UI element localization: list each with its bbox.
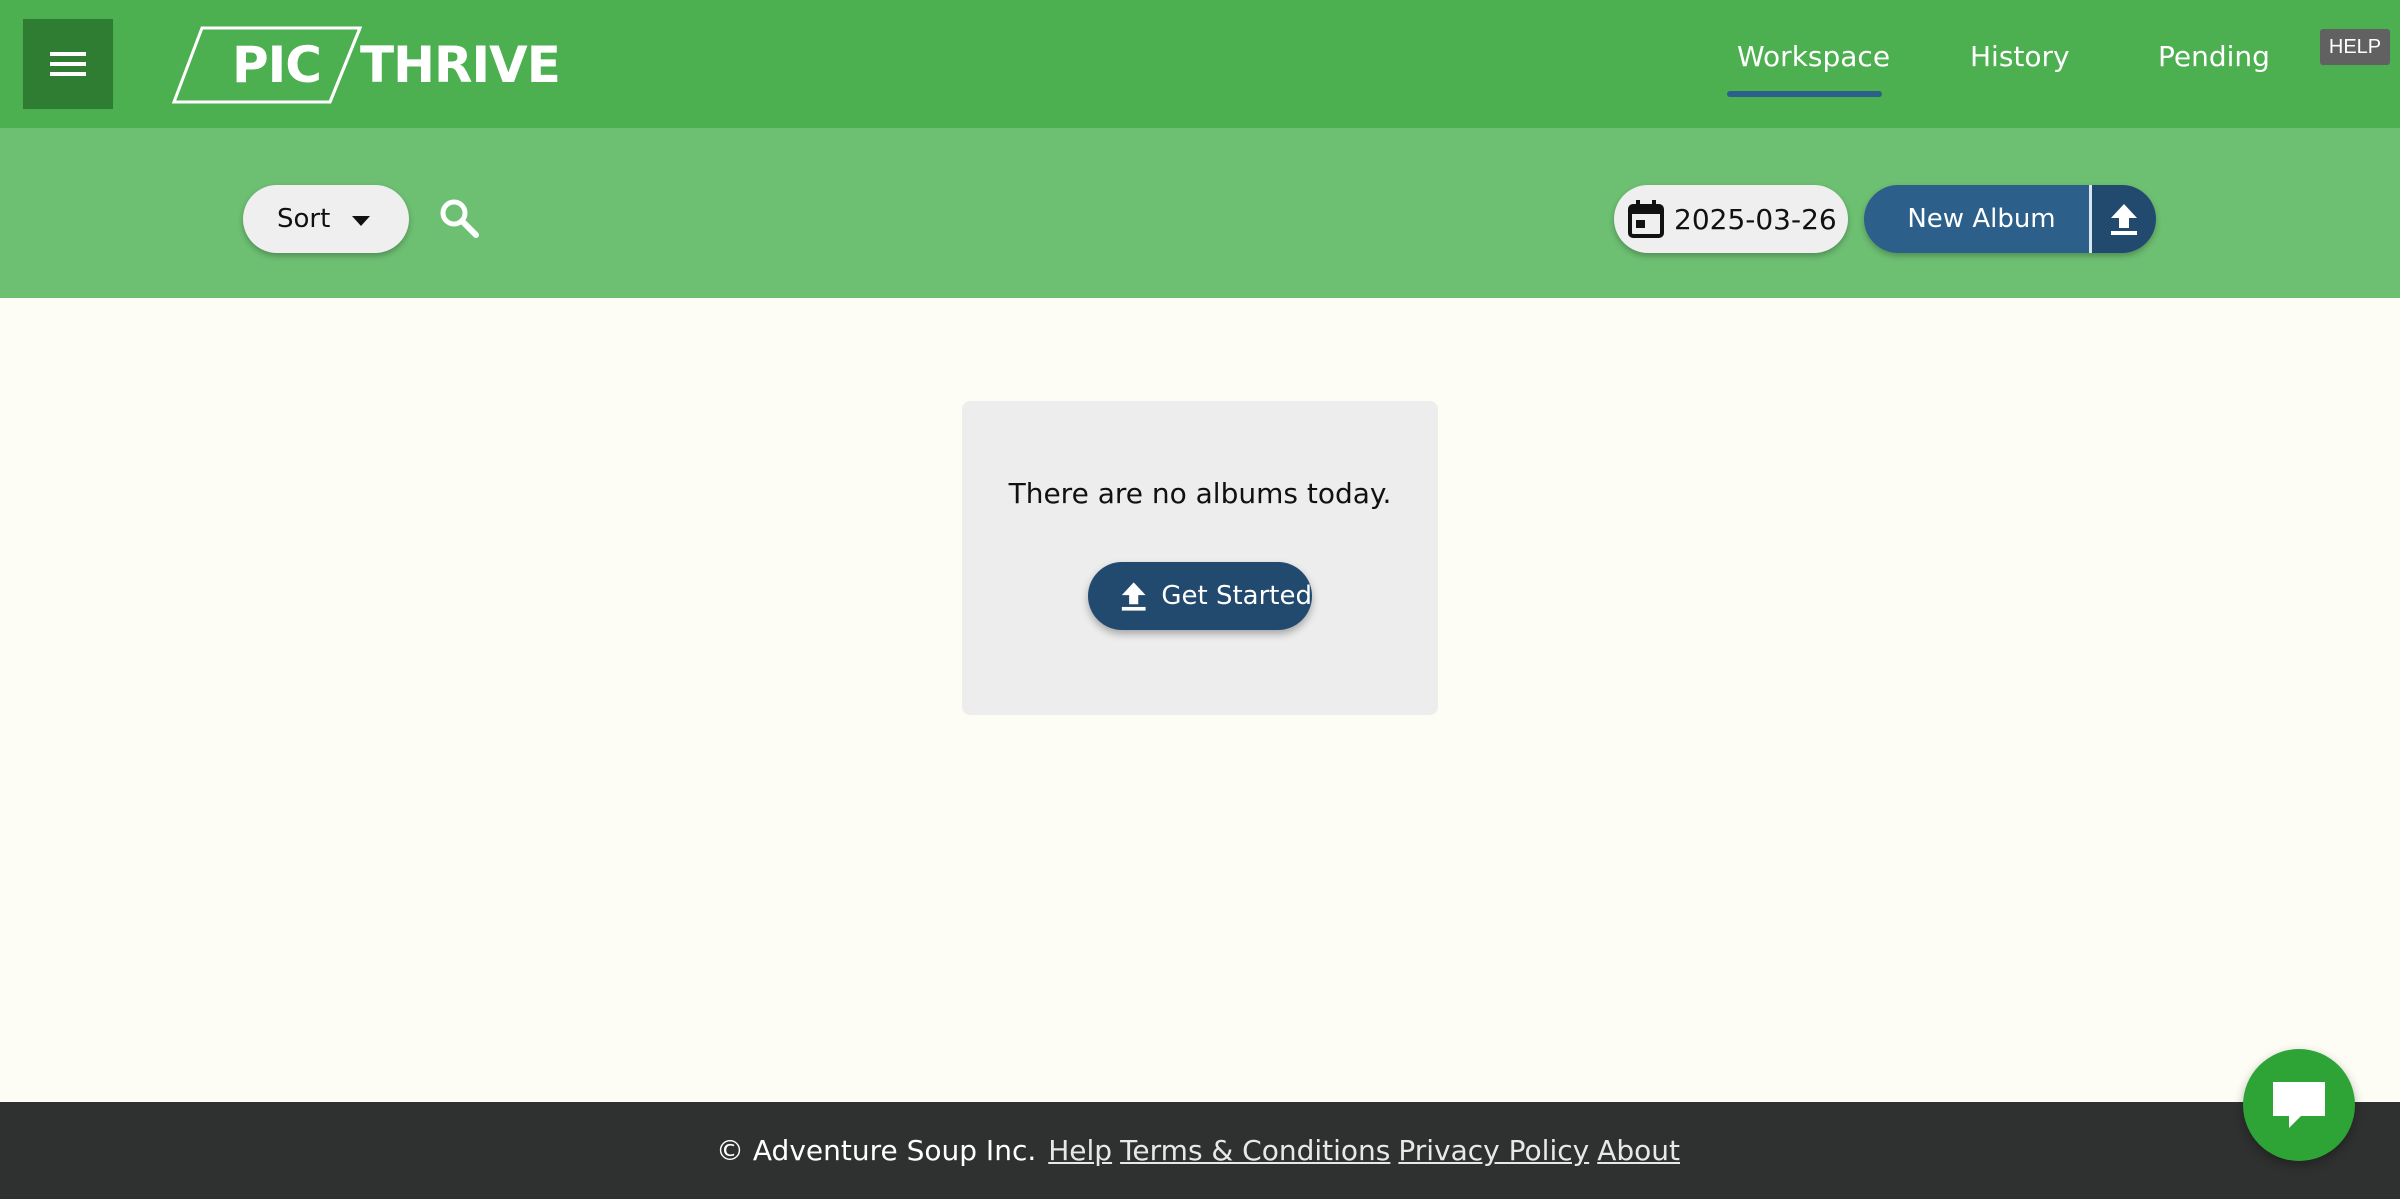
nav-workspace[interactable]: Workspace: [1737, 40, 1890, 88]
get-started-button[interactable]: Get Started: [1088, 562, 1312, 630]
footer-link-help[interactable]: Help: [1048, 1134, 1112, 1167]
get-started-label: Get Started: [1161, 581, 1312, 611]
calendar-icon: [1628, 200, 1664, 238]
footer-link-privacy[interactable]: Privacy Policy: [1398, 1134, 1589, 1167]
footer-link-terms[interactable]: Terms & Conditions: [1120, 1134, 1390, 1167]
sort-dropdown[interactable]: Sort: [243, 185, 409, 253]
logo-text-thrive: THRIVE: [360, 36, 561, 94]
pic-thrive-logo[interactable]: PIC THRIVE: [172, 26, 561, 104]
search-icon: [440, 199, 479, 238]
upload-icon: [2111, 204, 2137, 235]
active-nav-indicator: [1727, 91, 1882, 97]
date-picker[interactable]: 2025-03-26: [1614, 185, 1848, 253]
help-button[interactable]: HELP: [2320, 29, 2390, 65]
nav-history[interactable]: History: [1970, 40, 2070, 88]
menu-button[interactable]: [23, 19, 113, 109]
empty-state-message: There are no albums today.: [1008, 477, 1392, 510]
caret-down-icon: [352, 216, 371, 226]
copyright-text: © Adventure Soup Inc.: [715, 1134, 1037, 1167]
upload-icon: [1121, 582, 1146, 611]
footer: © Adventure Soup Inc. Help Terms & Condi…: [0, 1102, 2400, 1199]
sort-label: Sort: [277, 204, 331, 234]
logo-text-pic: PIC: [232, 36, 322, 94]
hamburger-menu-icon: [50, 52, 86, 76]
chat-button[interactable]: [2243, 1049, 2355, 1161]
date-value: 2025-03-26: [1674, 202, 1837, 236]
new-album-button[interactable]: New Album: [1864, 185, 2089, 253]
footer-link-about[interactable]: About: [1597, 1134, 1680, 1167]
empty-state-card: There are no albums today. Get Started: [962, 401, 1438, 715]
new-album-split-button: New Album: [1864, 185, 2156, 253]
chat-bubble-icon: [2273, 1082, 2325, 1128]
search-button[interactable]: [437, 196, 481, 240]
top-header: PIC THRIVE Workspace History Pending HEL…: [0, 0, 2400, 128]
nav-pending[interactable]: Pending: [2158, 40, 2270, 88]
